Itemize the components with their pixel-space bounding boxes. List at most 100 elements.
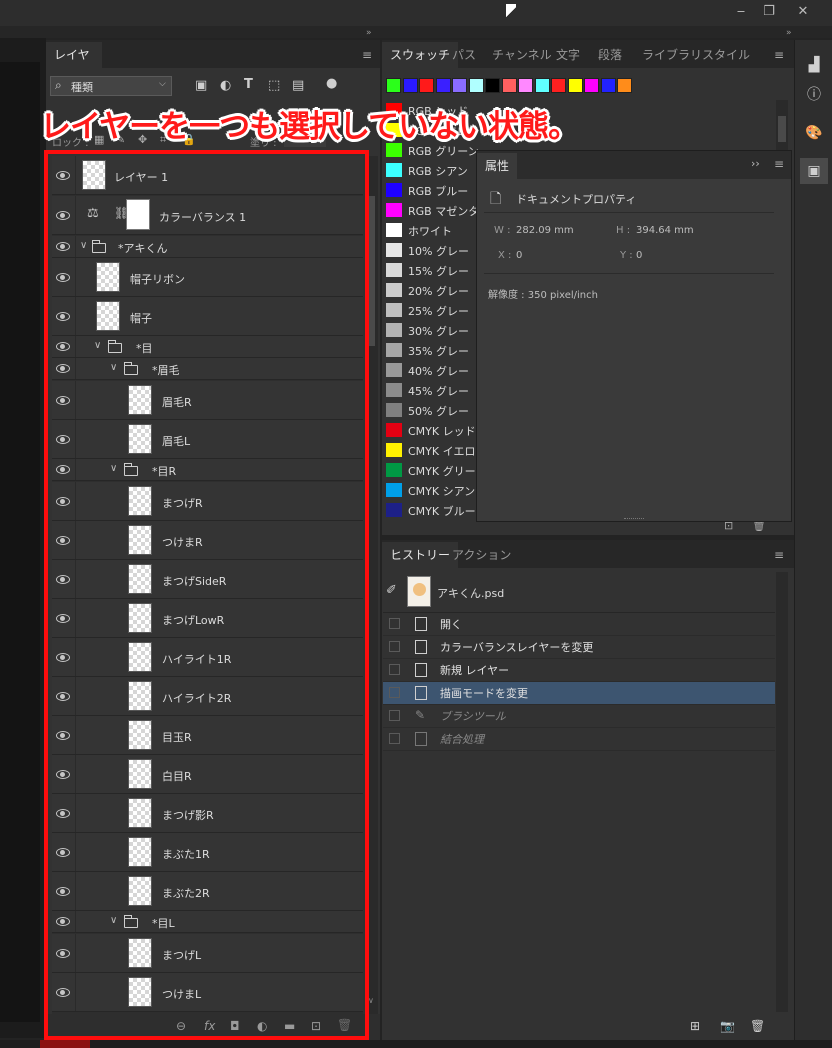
smartobject-filter-icon[interactable]: ▤ xyxy=(292,78,304,93)
color-swatch[interactable] xyxy=(518,78,533,93)
swatch-list-item[interactable]: RGB ブルー xyxy=(384,180,476,200)
text-filter-icon[interactable]: T xyxy=(244,77,253,92)
info-icon[interactable]: ⓘ xyxy=(800,82,828,108)
swatch-list-item[interactable]: CMYK ブルー xyxy=(384,500,476,520)
palette-icon[interactable]: 🎨 xyxy=(800,120,828,146)
color-swatch[interactable] xyxy=(452,78,467,93)
history-snapshot-checkbox[interactable] xyxy=(389,641,400,652)
swatch-list-item[interactable]: CMYK イエロー xyxy=(384,440,487,460)
swatch-list-item[interactable]: 40% グレー xyxy=(384,360,476,380)
history-item[interactable]: 開く xyxy=(383,613,775,636)
scrollbar-thumb[interactable] xyxy=(778,116,786,142)
tab-paths[interactable]: パス xyxy=(444,42,484,68)
swatch-color xyxy=(386,323,402,337)
swatch-list-item[interactable]: 20% グレー xyxy=(384,280,476,300)
swatches-tabbar: スウォッチ パス チャンネル 文字 段落 ライブラリ スタイル ≡ xyxy=(382,40,794,68)
color-swatch[interactable] xyxy=(468,78,484,93)
history-item[interactable]: カラーバランスレイヤーを変更 xyxy=(383,636,775,659)
swatch-color xyxy=(386,363,402,377)
swatch-label: CMYK レッド xyxy=(408,425,476,438)
history-brush-icon[interactable]: ✐ xyxy=(386,583,397,598)
tab-actions[interactable]: アクション xyxy=(444,542,519,568)
swatch-list-item[interactable]: CMYK シアン xyxy=(384,480,476,500)
3d-icon[interactable]: ▣ xyxy=(800,158,828,184)
history-snapshot-checkbox[interactable] xyxy=(389,618,400,629)
layer-filter-select[interactable]: ⌕ 種類 ⌵ xyxy=(50,76,172,96)
trash-icon[interactable]: 🗑 xyxy=(750,1019,765,1033)
tab-properties[interactable]: 属性 xyxy=(477,153,518,179)
snapshot-thumbnail xyxy=(407,576,431,607)
collapse-arrows-icon[interactable]: ›› xyxy=(751,157,760,170)
panel-dock-strip xyxy=(0,26,832,38)
history-item[interactable]: ✎ ブラシツール xyxy=(383,705,775,728)
properties-header: ドキュメントプロパティ xyxy=(516,193,637,206)
color-swatch[interactable] xyxy=(534,78,550,93)
history-document-icon xyxy=(415,686,427,700)
color-swatch[interactable] xyxy=(501,78,517,93)
cursor-icon xyxy=(506,4,516,20)
snapshot-name[interactable]: アキくん.psd xyxy=(437,585,504,601)
camera-icon[interactable]: 📷 xyxy=(720,1019,735,1033)
collapse-arrows-icon[interactable]: » xyxy=(366,28,372,38)
swatch-list-item[interactable]: RGB マゼンタ xyxy=(384,200,479,220)
swatch-list-item[interactable]: 50% グレー xyxy=(384,400,476,420)
history-item[interactable]: 新規 レイヤー xyxy=(383,659,775,682)
panel-menu-icon[interactable]: ≡ xyxy=(774,48,784,62)
tab-layers[interactable]: レイヤー xyxy=(46,42,102,88)
history-label: カラーバランスレイヤーを変更 xyxy=(440,641,594,654)
swatch-list-item[interactable]: CMYK グリーン xyxy=(384,460,486,480)
color-swatch[interactable] xyxy=(600,78,616,93)
swatch-color xyxy=(386,183,402,197)
collapse-arrows-icon[interactable]: » xyxy=(786,28,792,38)
swatch-list-item[interactable]: 25% グレー xyxy=(384,300,476,320)
swatch-list-item[interactable]: RGB シアン xyxy=(384,160,476,180)
color-swatch[interactable] xyxy=(386,78,401,93)
new-document-from-state-icon[interactable]: ⊞ xyxy=(690,1019,700,1033)
swatch-label: CMYK ブルー xyxy=(408,505,476,518)
history-snapshot-checkbox[interactable] xyxy=(389,664,400,675)
tab-character[interactable]: 文字 xyxy=(548,42,588,68)
color-swatch[interactable] xyxy=(567,78,583,93)
color-swatch[interactable] xyxy=(617,78,632,93)
history-snapshot-checkbox[interactable] xyxy=(389,710,400,721)
scrollbar-thumb[interactable] xyxy=(369,196,375,346)
swatch-list-item[interactable]: 35% グレー xyxy=(384,340,476,360)
layers-tabbar: レイヤー ≡ xyxy=(46,40,380,88)
swatch-list-item[interactable]: ホワイト xyxy=(384,220,476,240)
swatch-color xyxy=(386,243,402,257)
filter-toggle-icon[interactable]: ● xyxy=(326,76,337,91)
restore-button[interactable]: ❐ xyxy=(756,2,782,22)
swatch-label: 15% グレー xyxy=(408,265,469,278)
tab-paragraph[interactable]: 段落 xyxy=(590,42,630,68)
swatch-list-item[interactable]: 45% グレー xyxy=(384,380,476,400)
highlight-box xyxy=(44,150,369,1040)
minimize-button[interactable]: ‒ xyxy=(728,2,754,22)
panel-menu-icon[interactable]: ≡ xyxy=(362,48,372,62)
swatch-list-item[interactable]: 15% グレー xyxy=(384,260,476,280)
history-label: 描画モードを変更 xyxy=(440,687,528,700)
color-swatch[interactable] xyxy=(584,78,599,93)
history-item[interactable]: 描画モードを変更 xyxy=(383,682,775,705)
history-snapshot-checkbox[interactable] xyxy=(389,687,400,698)
history-item[interactable]: 結合処理 xyxy=(383,728,775,751)
close-button[interactable]: ✕ xyxy=(790,2,816,22)
color-swatch[interactable] xyxy=(551,78,566,93)
color-swatch[interactable] xyxy=(485,78,500,93)
color-swatch[interactable] xyxy=(402,78,418,93)
resize-grip[interactable] xyxy=(624,518,644,521)
history-snapshot-checkbox[interactable] xyxy=(389,733,400,744)
swatch-list-item[interactable]: 30% グレー xyxy=(384,320,476,340)
color-swatch[interactable] xyxy=(435,78,451,93)
histogram-icon[interactable]: ▟ xyxy=(800,52,828,78)
panel-menu-icon[interactable]: ≡ xyxy=(774,548,784,562)
history-scrollbar[interactable] xyxy=(776,572,788,1012)
swatch-list-item[interactable]: 10% グレー xyxy=(384,240,476,260)
shape-filter-icon[interactable]: ⬚ xyxy=(268,78,280,93)
x-label: X : xyxy=(498,250,512,261)
swatch-list-item[interactable]: CMYK レッド xyxy=(384,420,476,440)
tab-styles[interactable]: スタイル xyxy=(694,42,758,68)
adjustment-filter-icon[interactable]: ◐ xyxy=(220,78,231,93)
panel-menu-icon[interactable]: ≡ xyxy=(774,157,784,171)
color-swatch[interactable] xyxy=(419,78,434,93)
image-filter-icon[interactable]: ▣ xyxy=(195,78,207,93)
